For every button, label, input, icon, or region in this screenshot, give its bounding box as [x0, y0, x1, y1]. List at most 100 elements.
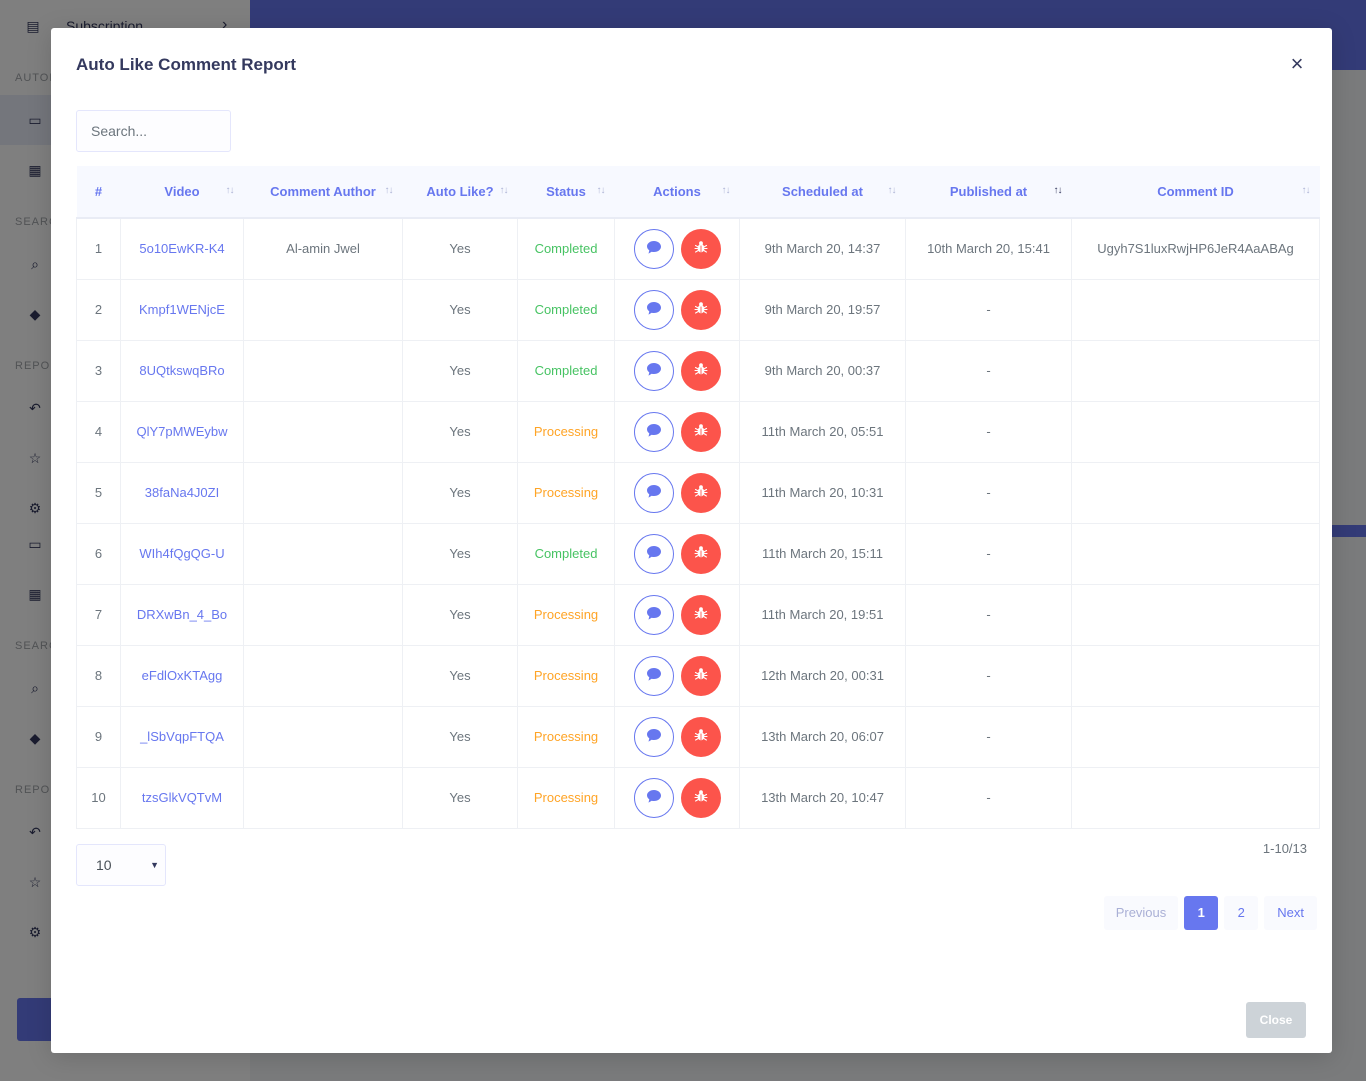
auto-like-value: Yes — [402, 400, 518, 463]
column-header-comment-id[interactable]: Comment ID ↑↓ — [1071, 166, 1320, 219]
actions-cell — [614, 278, 740, 341]
video-link[interactable]: QlY7pMWEybw — [120, 400, 244, 463]
auto-like-value: Yes — [402, 218, 518, 280]
video-link[interactable]: _lSbVqpFTQA — [120, 705, 244, 768]
search-input[interactable] — [76, 110, 231, 152]
actions-cell — [614, 766, 740, 829]
sort-icon: ↑↓ — [384, 185, 394, 196]
error-log-button[interactable] — [680, 411, 721, 452]
comment-button[interactable] — [633, 533, 674, 574]
column-header-auto-like[interactable]: Auto Like? ↑↓ — [402, 166, 518, 219]
comment-button[interactable] — [633, 472, 674, 513]
auto-like-value: Yes — [402, 583, 518, 646]
comment-button[interactable] — [633, 228, 674, 269]
comment-button[interactable] — [633, 289, 674, 330]
scheduled-at: 13th March 20, 10:47 — [739, 766, 906, 829]
column-header-comment-author[interactable]: Comment Author ↑↓ — [243, 166, 403, 219]
error-log-button[interactable] — [680, 228, 721, 269]
bug-icon — [693, 362, 708, 379]
published-at: - — [905, 705, 1072, 768]
auto-like-value: Yes — [402, 705, 518, 768]
column-header-status[interactable]: Status ↑↓ — [517, 166, 615, 219]
page-2-button[interactable]: 2 — [1224, 896, 1259, 930]
column-header-scheduled-at[interactable]: Scheduled at ↑↓ — [739, 166, 906, 219]
video-link[interactable]: 8UQtkswqBRo — [120, 339, 244, 402]
error-log-button[interactable] — [680, 533, 721, 574]
comment-button[interactable] — [633, 350, 674, 391]
row-number: 4 — [76, 400, 121, 463]
video-link[interactable]: WIh4fQgQG-U — [120, 522, 244, 585]
table-header-row: # Video ↑↓ Comment Author ↑↓ Auto Like? ↑↓ … — [76, 166, 1320, 219]
scheduled-at: 12th March 20, 00:31 — [739, 644, 906, 707]
comment-id — [1071, 766, 1320, 829]
comment-id — [1071, 339, 1320, 402]
actions-cell — [614, 339, 740, 402]
error-log-button[interactable] — [680, 716, 721, 757]
video-link[interactable]: tzsGlkVQTvM — [120, 766, 244, 829]
close-button[interactable]: Close — [1246, 1002, 1306, 1038]
status-text: Processing — [517, 461, 615, 524]
table-row: 1 5o10EwKR-K4 Al-amin Jwel Yes Completed 9th … — [76, 218, 1320, 280]
error-log-button[interactable] — [680, 777, 721, 818]
table-row: 3 8UQtkswqBRo Yes Completed 9th March 20, 00… — [76, 339, 1320, 402]
comment-icon — [646, 362, 661, 379]
published-at: - — [905, 461, 1072, 524]
published-at: - — [905, 766, 1072, 829]
report-modal: Auto Like Comment Report × # Video↑↓ Com… — [51, 28, 1332, 1053]
error-log-button[interactable] — [680, 350, 721, 391]
row-number: 8 — [76, 644, 121, 707]
comment-author — [243, 644, 403, 707]
video-link[interactable]: DRXwBn_4_Bo — [120, 583, 244, 646]
status-text: Processing — [517, 766, 615, 829]
error-log-button[interactable] — [680, 594, 721, 635]
column-header-number[interactable]: # — [76, 166, 121, 219]
comment-icon — [646, 240, 661, 257]
table-row: 7 DRXwBn_4_Bo Yes Processing 11th March 20, … — [76, 583, 1320, 646]
column-header-video[interactable]: Video ↑↓ — [120, 166, 244, 219]
error-log-button[interactable] — [680, 472, 721, 513]
published-at: - — [905, 339, 1072, 402]
actions-cell — [614, 218, 740, 280]
actions-cell — [614, 522, 740, 585]
row-number: 1 — [76, 218, 121, 280]
row-number: 7 — [76, 583, 121, 646]
bug-icon — [693, 728, 708, 745]
column-header-actions[interactable]: Actions ↑↓ — [614, 166, 740, 219]
comment-button[interactable] — [633, 716, 674, 757]
page-1-button[interactable]: 1 — [1184, 896, 1219, 930]
video-link[interactable]: eFdlOxKTAgg — [120, 644, 244, 707]
sort-icon: ↑↓ — [499, 185, 509, 196]
actions-cell — [614, 583, 740, 646]
video-link[interactable]: 38faNa4J0ZI — [120, 461, 244, 524]
bug-icon — [693, 667, 708, 684]
table-row: 4 QlY7pMWEybw Yes Processing 11th March 20, … — [76, 400, 1320, 463]
previous-page-button[interactable]: Previous — [1103, 896, 1179, 930]
page-size-select[interactable]: 10 ▼ — [76, 844, 166, 886]
column-header-published-at[interactable]: Published at ↑↓ — [905, 166, 1072, 219]
video-link[interactable]: 5o10EwKR-K4 — [120, 218, 244, 280]
comment-button[interactable] — [633, 655, 674, 696]
comment-id — [1071, 583, 1320, 646]
close-icon[interactable]: × — [1286, 53, 1308, 75]
bug-icon — [693, 240, 708, 257]
scheduled-at: 11th March 20, 15:11 — [739, 522, 906, 585]
report-table-wrapper: # Video ↑↓ Comment Author ↑↓ Auto Like? ↑↓ … — [76, 166, 1320, 829]
auto-like-value: Yes — [402, 339, 518, 402]
comment-icon — [646, 301, 661, 318]
status-text: Completed — [517, 278, 615, 341]
next-page-button[interactable]: Next — [1264, 896, 1317, 930]
row-number: 6 — [76, 522, 121, 585]
comment-button[interactable] — [633, 594, 674, 635]
comment-button[interactable] — [633, 777, 674, 818]
comment-icon — [646, 423, 661, 440]
video-link[interactable]: Kmpf1WENjcE — [120, 278, 244, 341]
comment-button[interactable] — [633, 411, 674, 452]
actions-cell — [614, 461, 740, 524]
error-log-button[interactable] — [680, 655, 721, 696]
error-log-button[interactable] — [680, 289, 721, 330]
status-text: Completed — [517, 339, 615, 402]
bug-icon — [693, 423, 708, 440]
auto-like-value: Yes — [402, 766, 518, 829]
comment-id — [1071, 644, 1320, 707]
auto-like-value: Yes — [402, 461, 518, 524]
